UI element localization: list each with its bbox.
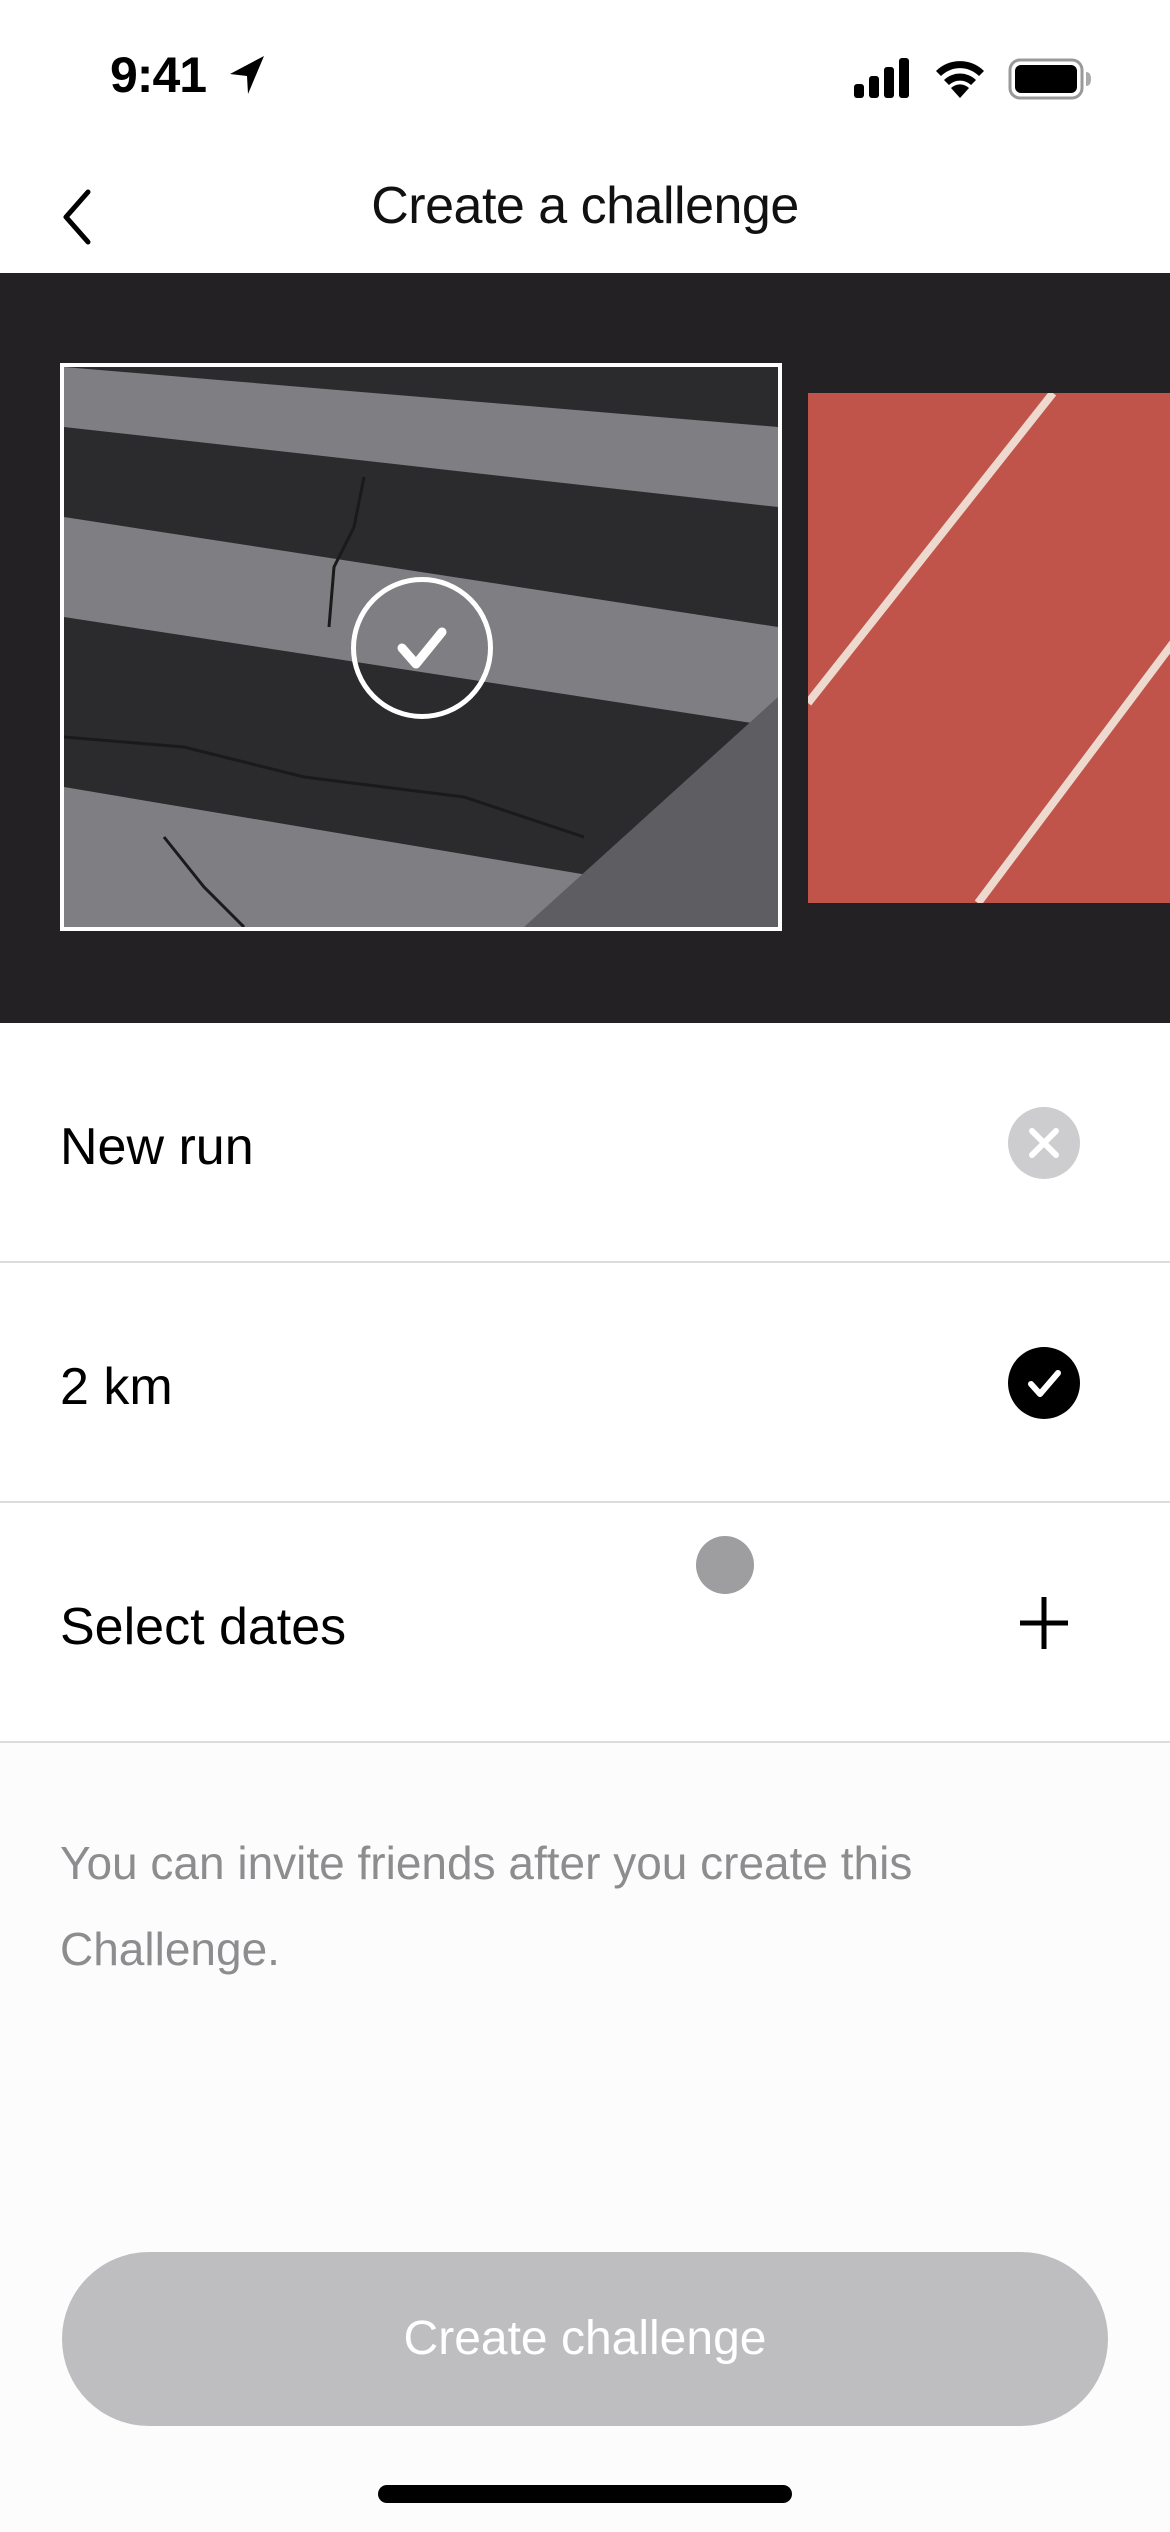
page-title: Create a challenge	[371, 177, 799, 235]
distance-value: 2 km	[60, 1358, 173, 1416]
checkmark-filled-icon	[1028, 1370, 1061, 1397]
select-dates-label: Select dates	[60, 1598, 347, 1656]
status-time: 9:41	[110, 47, 207, 103]
select-dates-row[interactable]: Select dates	[0, 1503, 1170, 1743]
challenge-name-row[interactable]: New run	[0, 1023, 1170, 1263]
touch-indicator	[696, 1536, 754, 1594]
status-bar: 9:41	[0, 0, 1170, 140]
distance-row[interactable]: 2 km	[0, 1263, 1170, 1503]
cover-image-running-track[interactable]	[808, 393, 1170, 903]
checkmark-circle-icon	[397, 627, 447, 669]
plus-icon[interactable]	[1018, 1591, 1070, 1655]
clear-icon	[1029, 1128, 1059, 1158]
cover-image-carousel[interactable]	[0, 273, 1170, 1023]
cellular-signal-icon	[854, 58, 909, 98]
home-indicator[interactable]	[378, 2485, 792, 2503]
clear-name-button[interactable]	[1008, 1107, 1080, 1179]
challenge-form: New run 2 km Select dates	[0, 1023, 1170, 1743]
location-arrow-icon	[230, 56, 264, 94]
distance-confirmed-indicator	[1008, 1347, 1080, 1419]
wifi-icon	[936, 61, 984, 98]
nav-bar: Create a challenge	[0, 140, 1170, 273]
cover-image-asphalt-selected[interactable]	[60, 363, 782, 931]
selected-indicator	[351, 577, 493, 719]
running-track-image	[808, 393, 1170, 903]
battery-icon	[1008, 58, 1091, 100]
create-challenge-button[interactable]: Create challenge	[62, 2252, 1108, 2426]
challenge-name-input[interactable]: New run	[60, 1117, 254, 1177]
invite-hint-text: You can invite friends after you create …	[60, 1837, 913, 1975]
